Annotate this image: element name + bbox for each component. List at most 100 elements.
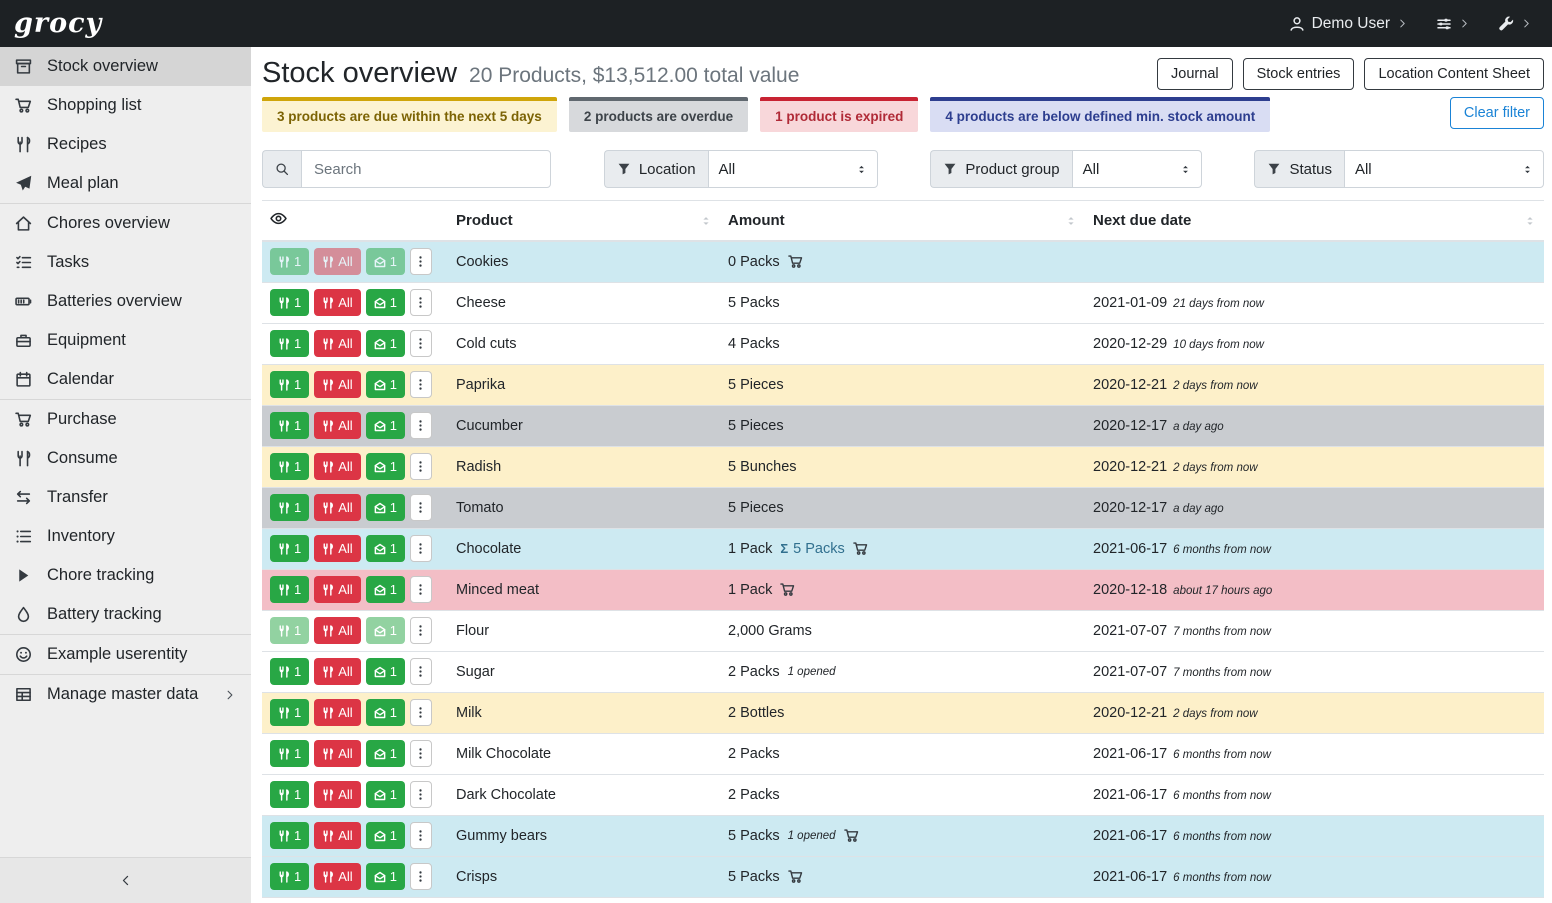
consume-all-button[interactable]: All bbox=[314, 617, 360, 644]
consume-all-button[interactable]: All bbox=[314, 781, 360, 808]
column-visibility-header[interactable] bbox=[262, 201, 448, 242]
consume-one-button[interactable]: 1 bbox=[270, 699, 309, 726]
sidebar-item-purchase[interactable]: Purchase bbox=[0, 400, 251, 439]
status-select[interactable]: All bbox=[1344, 150, 1544, 188]
consume-all-button[interactable]: All bbox=[314, 248, 360, 275]
open-one-button[interactable]: 1 bbox=[366, 822, 405, 849]
consume-one-button[interactable]: 1 bbox=[270, 371, 309, 398]
consume-one-button[interactable]: 1 bbox=[270, 617, 309, 644]
consume-all-button[interactable]: All bbox=[314, 494, 360, 521]
row-menu-button[interactable] bbox=[410, 371, 432, 398]
consume-one-button[interactable]: 1 bbox=[270, 248, 309, 275]
row-menu-button[interactable] bbox=[410, 330, 432, 357]
sidebar-item-chores-overview[interactable]: Chores overview bbox=[0, 204, 251, 243]
column-header-product[interactable]: Product bbox=[448, 201, 720, 242]
sidebar-item-tasks[interactable]: Tasks bbox=[0, 243, 251, 282]
location-select[interactable]: All bbox=[708, 150, 878, 188]
sidebar-item-example-userentity[interactable]: Example userentity bbox=[0, 635, 251, 675]
status-banner-danger[interactable]: 1 product is expired bbox=[760, 97, 918, 132]
consume-one-button[interactable]: 1 bbox=[270, 535, 309, 562]
status-banner-warning[interactable]: 3 products are due within the next 5 day… bbox=[262, 97, 557, 132]
open-one-button[interactable]: 1 bbox=[366, 494, 405, 521]
sidebar-item-shopping-list[interactable]: Shopping list bbox=[0, 86, 251, 125]
sidebar-item-recipes[interactable]: Recipes bbox=[0, 125, 251, 164]
open-one-button[interactable]: 1 bbox=[366, 863, 405, 890]
sidebar-item-battery-tracking[interactable]: Battery tracking bbox=[0, 595, 251, 635]
sidebar-item-inventory[interactable]: Inventory bbox=[0, 517, 251, 556]
consume-all-button[interactable]: All bbox=[314, 412, 360, 439]
consume-one-button[interactable]: 1 bbox=[270, 658, 309, 685]
sidebar-item-meal-plan[interactable]: Meal plan bbox=[0, 164, 251, 204]
consume-one-button[interactable]: 1 bbox=[270, 494, 309, 521]
open-one-button[interactable]: 1 bbox=[366, 699, 405, 726]
consume-all-button[interactable]: All bbox=[314, 330, 360, 357]
row-menu-button[interactable] bbox=[410, 248, 432, 275]
consume-all-button[interactable]: All bbox=[314, 822, 360, 849]
sidebar-item-batteries-overview[interactable]: Batteries overview bbox=[0, 282, 251, 321]
status-banner-secondary[interactable]: 2 products are overdue bbox=[569, 97, 748, 132]
app-logo[interactable]: grocy bbox=[14, 8, 102, 39]
sidebar-item-consume[interactable]: Consume bbox=[0, 439, 251, 478]
consume-one-button[interactable]: 1 bbox=[270, 822, 309, 849]
product-group-select[interactable]: All bbox=[1072, 150, 1202, 188]
consume-all-button[interactable]: All bbox=[314, 699, 360, 726]
sidebar-item-chore-tracking[interactable]: Chore tracking bbox=[0, 556, 251, 595]
column-header-amount[interactable]: Amount bbox=[720, 201, 1085, 242]
location-content-sheet-button[interactable]: Location Content Sheet bbox=[1364, 58, 1544, 90]
row-menu-button[interactable] bbox=[410, 617, 432, 644]
consume-all-button[interactable]: All bbox=[314, 863, 360, 890]
row-menu-button[interactable] bbox=[410, 412, 432, 439]
sidebar-item-manage-master-data[interactable]: Manage master data bbox=[0, 675, 251, 714]
consume-one-button[interactable]: 1 bbox=[270, 576, 309, 603]
row-menu-button[interactable] bbox=[410, 289, 432, 316]
consume-one-button[interactable]: 1 bbox=[270, 330, 309, 357]
row-menu-button[interactable] bbox=[410, 494, 432, 521]
consume-one-button[interactable]: 1 bbox=[270, 863, 309, 890]
consume-one-button[interactable]: 1 bbox=[270, 289, 309, 316]
consume-one-button[interactable]: 1 bbox=[270, 781, 309, 808]
column-header-next-due-date[interactable]: Next due date bbox=[1085, 201, 1544, 242]
consume-one-button[interactable]: 1 bbox=[270, 453, 309, 480]
open-one-button[interactable]: 1 bbox=[366, 248, 405, 275]
consume-all-button[interactable]: All bbox=[314, 740, 360, 767]
settings-menu[interactable] bbox=[1436, 16, 1470, 32]
sidebar-item-calendar[interactable]: Calendar bbox=[0, 360, 251, 400]
consume-all-button[interactable]: All bbox=[314, 371, 360, 398]
sidebar-item-stock-overview[interactable]: Stock overview bbox=[0, 47, 251, 86]
row-menu-button[interactable] bbox=[410, 658, 432, 685]
clear-filter-button[interactable]: Clear filter bbox=[1450, 97, 1544, 129]
row-menu-button[interactable] bbox=[410, 699, 432, 726]
consume-all-button[interactable]: All bbox=[314, 576, 360, 603]
consume-one-button[interactable]: 1 bbox=[270, 740, 309, 767]
sidebar-collapse-button[interactable] bbox=[0, 857, 251, 903]
row-menu-button[interactable] bbox=[410, 863, 432, 890]
open-one-button[interactable]: 1 bbox=[366, 740, 405, 767]
open-one-button[interactable]: 1 bbox=[366, 781, 405, 808]
row-menu-button[interactable] bbox=[410, 453, 432, 480]
journal-button[interactable]: Journal bbox=[1157, 58, 1233, 90]
open-one-button[interactable]: 1 bbox=[366, 658, 405, 685]
open-one-button[interactable]: 1 bbox=[366, 289, 405, 316]
open-one-button[interactable]: 1 bbox=[366, 330, 405, 357]
sidebar-item-transfer[interactable]: Transfer bbox=[0, 478, 251, 517]
admin-menu[interactable] bbox=[1498, 16, 1532, 32]
user-menu[interactable]: Demo User bbox=[1289, 15, 1408, 33]
open-one-button[interactable]: 1 bbox=[366, 535, 405, 562]
row-menu-button[interactable] bbox=[410, 740, 432, 767]
row-menu-button[interactable] bbox=[410, 576, 432, 603]
open-one-button[interactable]: 1 bbox=[366, 412, 405, 439]
row-menu-button[interactable] bbox=[410, 535, 432, 562]
search-input[interactable] bbox=[301, 150, 551, 188]
row-menu-button[interactable] bbox=[410, 781, 432, 808]
stock-entries-button[interactable]: Stock entries bbox=[1243, 58, 1355, 90]
row-menu-button[interactable] bbox=[410, 822, 432, 849]
consume-all-button[interactable]: All bbox=[314, 658, 360, 685]
open-one-button[interactable]: 1 bbox=[366, 617, 405, 644]
consume-all-button[interactable]: All bbox=[314, 289, 360, 316]
sidebar-item-equipment[interactable]: Equipment bbox=[0, 321, 251, 360]
consume-one-button[interactable]: 1 bbox=[270, 412, 309, 439]
consume-all-button[interactable]: All bbox=[314, 535, 360, 562]
status-banner-info[interactable]: 4 products are below defined min. stock … bbox=[930, 97, 1270, 132]
consume-all-button[interactable]: All bbox=[314, 453, 360, 480]
open-one-button[interactable]: 1 bbox=[366, 576, 405, 603]
